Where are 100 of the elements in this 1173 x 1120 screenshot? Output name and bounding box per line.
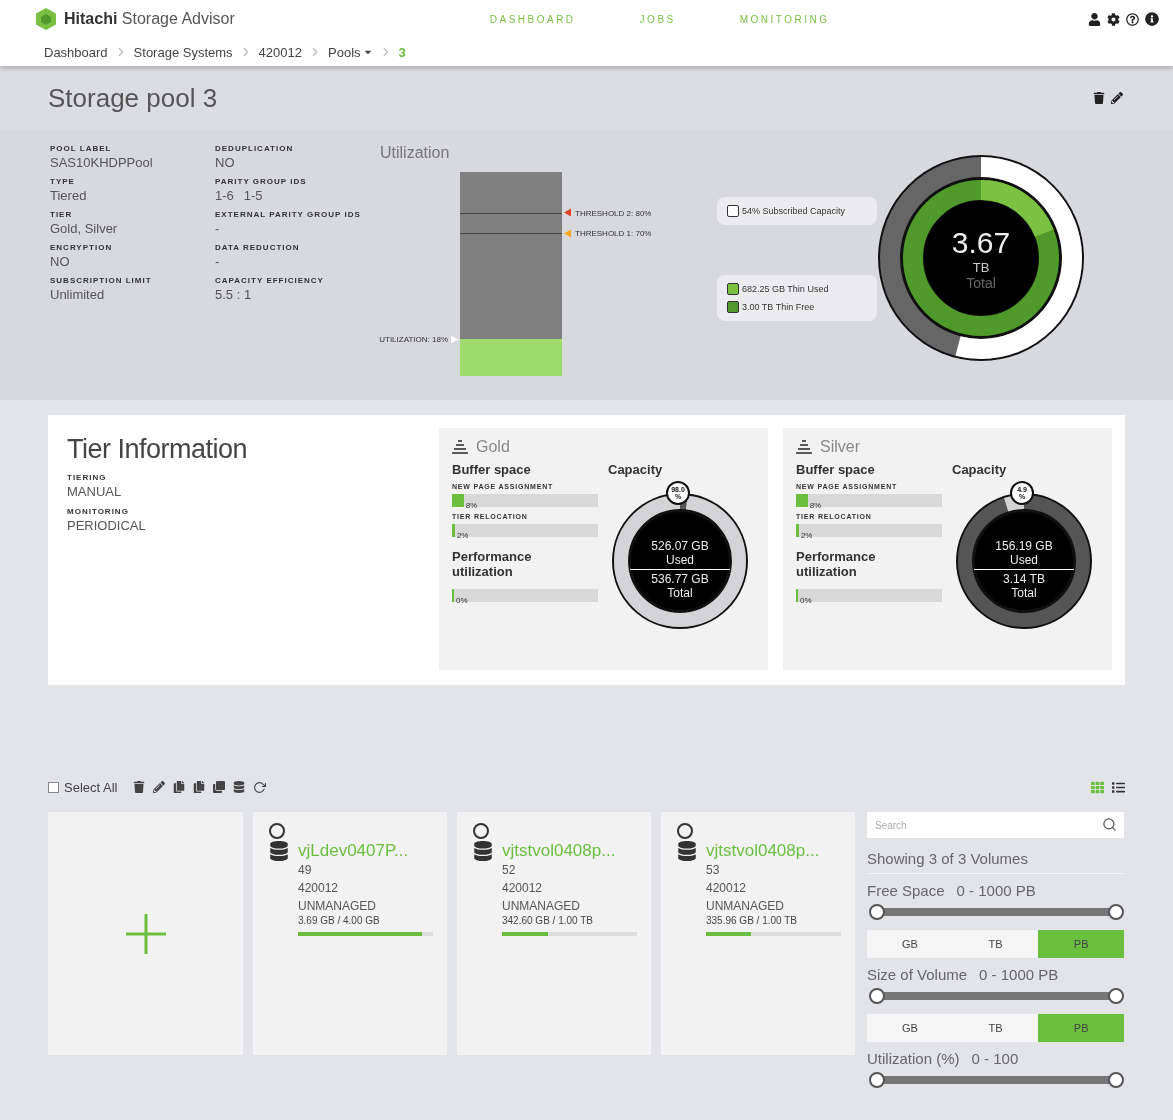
pencil-icon[interactable]: [1111, 92, 1123, 104]
nav-link[interactable]: DASHBOARD: [489, 13, 576, 25]
property-value: 1-5: [243, 188, 263, 203]
volume-id: 52: [502, 862, 517, 879]
volume-status: UNMANAGED: [298, 898, 377, 915]
slider-handle[interactable]: [869, 904, 885, 920]
property-value: Gold, Silver: [50, 221, 118, 236]
property-label: TIER: [50, 210, 74, 219]
radio-button[interactable]: [473, 823, 489, 839]
result-count: Showing 3 of 3 Volumes: [867, 850, 1124, 874]
database-icon: [473, 841, 493, 861]
unit-toggle[interactable]: PB: [1038, 1014, 1124, 1042]
property-label: PARITY GROUP IDS: [215, 177, 308, 186]
breadcrumb-link[interactable]: Pools: [328, 44, 373, 60]
clone-icon[interactable]: [213, 781, 226, 793]
copy-icon[interactable]: [173, 781, 186, 793]
filter-range: 0 - 1000 PB: [956, 882, 1036, 899]
unit-toggle[interactable]: PB: [1038, 930, 1124, 958]
radio-button[interactable]: [269, 823, 285, 839]
unit-toggle[interactable]: GB: [867, 1014, 953, 1042]
search-icon[interactable]: [1102, 817, 1117, 832]
slider-handle[interactable]: [869, 1072, 885, 1088]
volume-system: 420012: [706, 880, 748, 897]
utilization-marker: [451, 335, 458, 344]
range-slider[interactable]: [867, 904, 1124, 920]
meter-reading: 8%: [464, 501, 478, 510]
volume-status: UNMANAGED: [502, 898, 581, 915]
property-label: TIERING: [67, 473, 108, 482]
property-value: Tiered: [50, 188, 87, 203]
plus-icon: [125, 913, 166, 954]
property-value: SAS10KHDPPool: [50, 155, 153, 170]
used-caption: Used: [666, 552, 694, 567]
breadcrumb-link[interactable]: 3: [398, 44, 406, 60]
filter-range: 0 - 100: [971, 1050, 1019, 1067]
legend-label: 682.25 GB Thin Used: [742, 284, 829, 294]
trash-icon[interactable]: [133, 781, 146, 793]
unit-toggle[interactable]: GB: [867, 930, 953, 958]
slider-handle[interactable]: [1108, 1072, 1124, 1088]
total-value: 3.67: [951, 225, 1011, 260]
settings-icon[interactable]: [1107, 12, 1120, 26]
pencil-icon[interactable]: [153, 781, 166, 793]
property-value: -: [215, 254, 220, 269]
radio-button[interactable]: [677, 823, 693, 839]
total-unit: TB: [972, 259, 990, 275]
breadcrumb-link[interactable]: 420012: [258, 44, 302, 60]
meter-reading: 2%: [799, 531, 813, 540]
property-value: -: [215, 221, 220, 236]
total-value: 3.14 TB: [1003, 571, 1045, 586]
database-icon: [677, 841, 697, 861]
tier-stack-icon: [796, 440, 812, 454]
property-label: POOL LABEL: [50, 144, 113, 153]
volume-system: 420012: [298, 880, 340, 897]
used-value: 526.07 GB: [651, 538, 709, 553]
property-label: SUBSCRIPTION LIMIT: [50, 276, 153, 285]
list-view-icon[interactable]: [1112, 780, 1125, 794]
user-icon[interactable]: [1088, 12, 1101, 26]
property-label: DEDUPLICATION: [215, 144, 295, 153]
tier-stack-icon: [452, 440, 468, 454]
volume-system: 420012: [502, 880, 544, 897]
property-label: DATA REDUCTION: [215, 243, 301, 252]
section-title: Performance utilization: [796, 549, 877, 579]
volume-id: 53: [706, 862, 721, 879]
filter-range: 0 - 1000 PB: [979, 966, 1059, 983]
trash-icon[interactable]: [1093, 92, 1105, 104]
slider-handle[interactable]: [869, 988, 885, 1004]
info-icon[interactable]: [1145, 12, 1159, 26]
unit-toggle[interactable]: TB: [952, 1014, 1039, 1042]
slider-handle[interactable]: [1108, 988, 1124, 1004]
total-caption: Total: [1011, 585, 1037, 600]
unit-toggle[interactable]: TB: [952, 930, 1039, 958]
copy-icon[interactable]: [193, 781, 206, 793]
refresh-icon[interactable]: [253, 780, 267, 794]
tier-name: Gold: [476, 438, 510, 456]
range-slider[interactable]: [867, 1072, 1124, 1088]
meter-reading: 2%: [455, 531, 469, 540]
app-title: Hitachi Storage Advisor: [64, 10, 235, 28]
volume-usage: 335.96 GB / 1.00 TB: [706, 915, 798, 926]
search-field[interactable]: Search: [867, 812, 1124, 838]
used-caption: Used: [1010, 552, 1038, 567]
breadcrumb-link[interactable]: Dashboard: [44, 44, 108, 60]
range-slider[interactable]: [867, 988, 1124, 1004]
volume-status: UNMANAGED: [706, 898, 785, 915]
property-value: NO: [50, 254, 70, 269]
meter-reading: 8%: [808, 501, 822, 510]
property-label: EXTERNAL PARITY GROUP IDS: [215, 210, 362, 219]
select-all-checkbox[interactable]: [48, 781, 59, 793]
nav-link[interactable]: JOBS: [639, 13, 676, 25]
slider-handle[interactable]: [1108, 904, 1124, 920]
threshold-label: THRESHOLD 2: 80%: [575, 208, 652, 218]
tier-name: Silver: [820, 438, 860, 456]
utilization-title: Utilization: [380, 144, 451, 162]
section-title: Capacity: [952, 462, 1008, 477]
property-label: ENCRYPTION: [50, 243, 114, 252]
property-value: Unlimited: [50, 287, 105, 302]
volume-usage: 342.60 GB / 1.00 TB: [502, 915, 594, 926]
database-icon[interactable]: [233, 781, 246, 793]
volume-id: 49: [298, 862, 313, 879]
help-icon[interactable]: [1126, 12, 1139, 26]
breadcrumb-link[interactable]: Storage Systems: [133, 44, 233, 60]
nav-link[interactable]: MONITORING: [739, 13, 830, 25]
